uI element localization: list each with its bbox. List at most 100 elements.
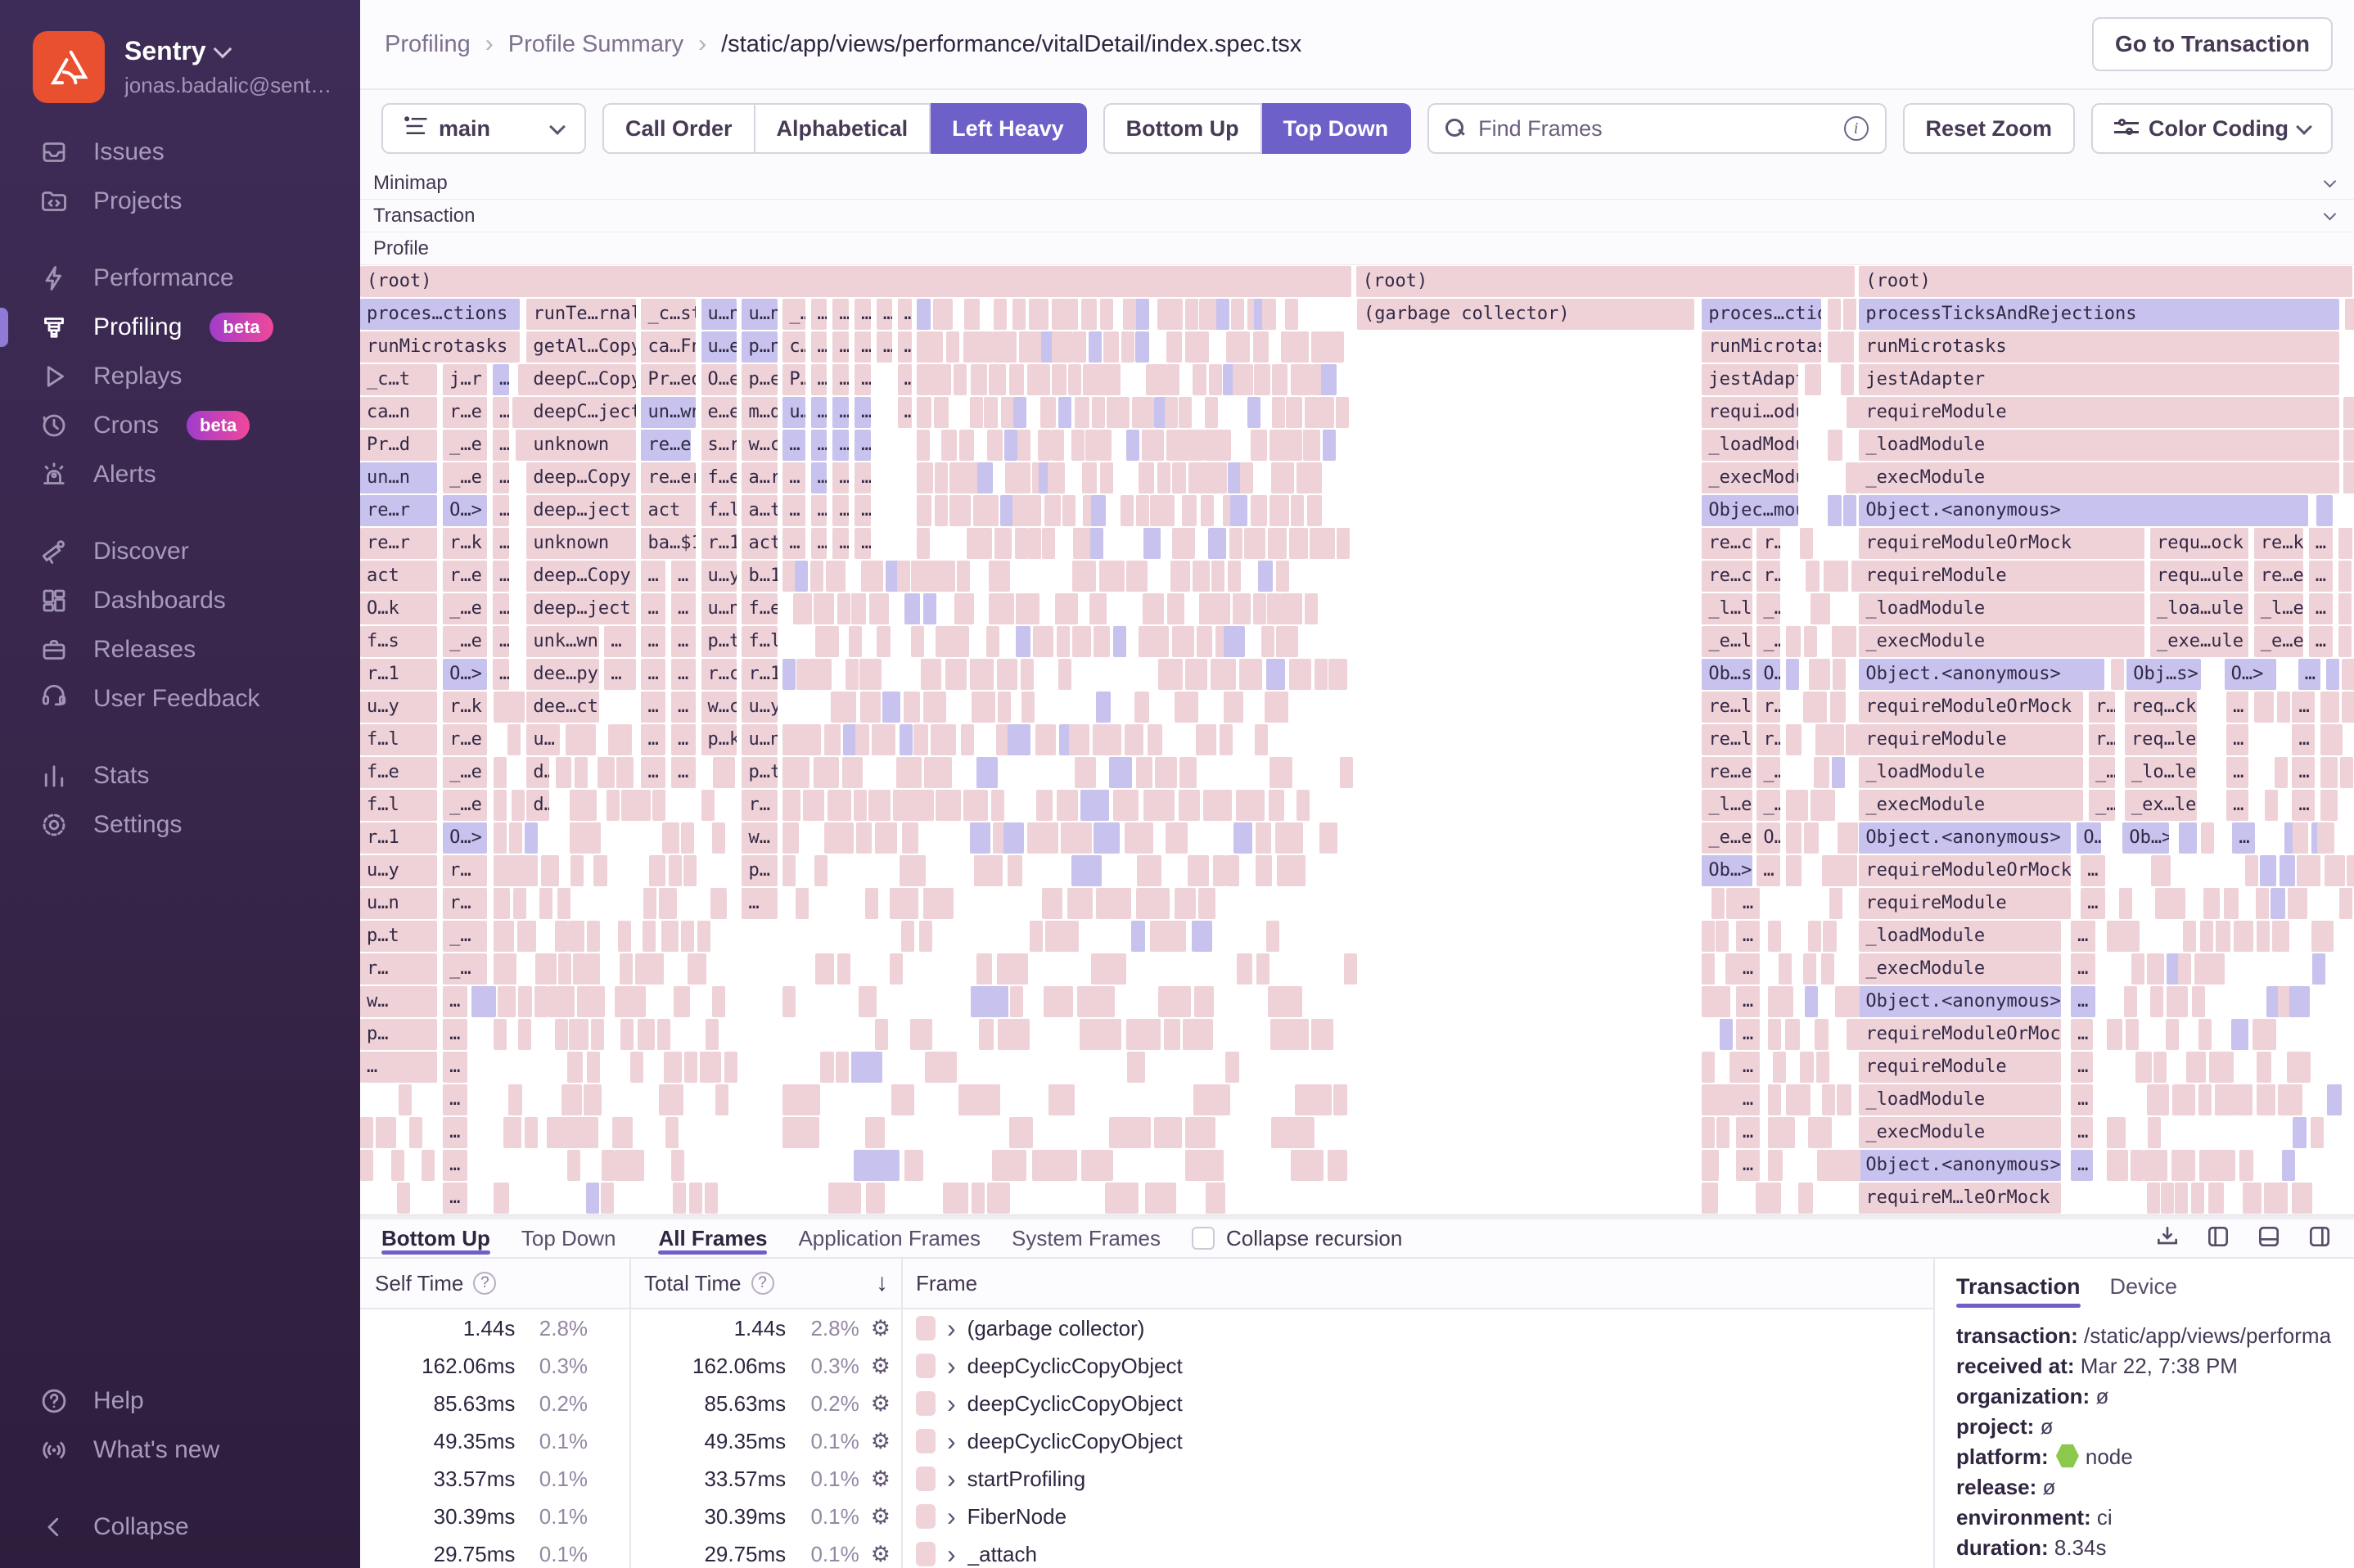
flame-frame[interactable]: proces…ctions [360, 299, 521, 330]
flame-strip[interactable] [856, 822, 872, 854]
flame-frame[interactable]: _execModule [1859, 462, 2340, 493]
flame-strip[interactable] [1010, 986, 1024, 1017]
flame-strip[interactable] [1304, 593, 1318, 624]
flame-frame[interactable]: … [604, 659, 636, 690]
flame-strip[interactable] [865, 888, 879, 919]
flame-strip[interactable] [1827, 331, 1841, 363]
flame-strip[interactable] [1213, 462, 1227, 493]
flame-strip[interactable] [1846, 1019, 1860, 1050]
flame-strip[interactable] [1164, 397, 1178, 428]
flame-strip[interactable] [1319, 822, 1338, 854]
flame-strip[interactable] [1268, 986, 1302, 1017]
flame-frame[interactable]: u…n [701, 593, 737, 624]
flame-strip[interactable] [518, 1019, 531, 1050]
flame-strip[interactable] [989, 561, 1010, 592]
flame-frame[interactable]: … [2292, 790, 2315, 821]
flame-strip[interactable] [1247, 397, 1261, 428]
flame-frame[interactable]: requireModule [1859, 1052, 2061, 1083]
flame-strip[interactable] [1144, 1183, 1176, 1214]
flame-strip[interactable] [2205, 953, 2225, 985]
flame-strip[interactable] [408, 1117, 422, 1148]
flame-frame[interactable]: p… [742, 855, 778, 886]
flame-frame[interactable]: … [443, 1150, 467, 1181]
flame-frame[interactable]: … [641, 626, 666, 657]
flame-strip[interactable] [935, 462, 949, 493]
flame-strip[interactable] [890, 888, 919, 919]
flame-strip[interactable] [1193, 561, 1210, 592]
flame-strip[interactable] [1208, 593, 1230, 624]
flame-strip[interactable] [922, 888, 954, 919]
flame-strip[interactable] [2146, 1183, 2160, 1214]
flame-frame[interactable]: c… [782, 331, 805, 363]
flame-strip[interactable] [2146, 1084, 2170, 1115]
flame-strip[interactable] [892, 790, 906, 821]
flame-strip[interactable] [1253, 331, 1269, 363]
sidebar-item-performance[interactable]: Performance [0, 254, 360, 303]
flame-frame[interactable]: … [671, 692, 696, 723]
flame-frame[interactable]: … [443, 1084, 467, 1115]
flame-strip[interactable] [494, 822, 507, 854]
flame-frame[interactable]: … [810, 528, 828, 559]
flame-frame[interactable]: … [2071, 1117, 2094, 1148]
flame-frame[interactable]: … [2071, 1052, 2094, 1083]
flame-strip[interactable] [1178, 790, 1201, 821]
flame-frame[interactable]: … [1735, 1117, 1761, 1148]
flame-strip[interactable] [1026, 822, 1058, 854]
flame-strip[interactable] [1167, 593, 1185, 624]
sidebar-item-projects[interactable]: Projects [0, 177, 360, 226]
flame-strip[interactable] [2264, 790, 2278, 821]
flame-frame[interactable]: runMicrotasks [360, 331, 521, 363]
flame-frame[interactable]: _… [443, 953, 488, 985]
flame-strip[interactable] [1725, 953, 1738, 985]
total-time-header[interactable]: Total Time? ↓ [629, 1269, 901, 1297]
flame-strip[interactable] [2343, 397, 2354, 428]
flame-frame[interactable]: O…> [2224, 659, 2277, 690]
flame-strip[interactable] [1804, 626, 1818, 657]
flame-strip[interactable] [1114, 397, 1130, 428]
flame-strip[interactable] [1099, 561, 1113, 592]
flame-strip[interactable] [2203, 888, 2221, 919]
flame-strip[interactable] [583, 1084, 602, 1115]
flame-strip[interactable] [1148, 724, 1162, 755]
frame-cell[interactable]: › deepCyclicCopyObject [901, 1353, 1933, 1379]
flame-strip[interactable] [993, 299, 1007, 330]
flame-strip[interactable] [1211, 561, 1225, 592]
flame-frame[interactable]: Ob…> [1702, 855, 1752, 886]
flame-strip[interactable] [989, 364, 1007, 395]
flame-strip[interactable] [574, 757, 588, 788]
flame-strip[interactable] [1171, 462, 1186, 493]
expand-chevron-icon[interactable]: › [947, 1353, 956, 1379]
flame-strip[interactable] [645, 953, 665, 985]
flame-strip[interactable] [1089, 593, 1107, 624]
flame-strip[interactable] [954, 364, 967, 395]
flame-frame[interactable]: d… [526, 790, 549, 821]
flame-strip[interactable] [2183, 921, 2197, 952]
flame-strip[interactable] [795, 888, 809, 919]
download-icon[interactable] [2154, 1223, 2180, 1254]
flame-strip[interactable] [916, 299, 931, 330]
flame-strip[interactable] [1846, 724, 1860, 755]
flame-strip[interactable] [1044, 495, 1061, 526]
flame-frame[interactable]: _c…t [360, 364, 438, 395]
flame-frame[interactable]: … [855, 462, 872, 493]
flame-strip[interactable] [494, 790, 507, 821]
flame-strip[interactable] [2338, 888, 2352, 919]
flame-strip[interactable] [923, 757, 952, 788]
flame-frame[interactable]: f…s [360, 626, 438, 657]
flame-strip[interactable] [2160, 1183, 2174, 1214]
flame-strip[interactable] [1036, 364, 1051, 395]
flame-strip[interactable] [2117, 921, 2140, 952]
flame-frame[interactable]: r…e [443, 397, 488, 428]
flame-strip[interactable] [517, 986, 533, 1017]
flame-frame[interactable]: … [2308, 561, 2334, 592]
flame-strip[interactable] [661, 921, 679, 952]
flame-strip[interactable] [670, 1084, 683, 1115]
flame-strip[interactable] [648, 855, 666, 886]
flame-frame[interactable]: … [782, 528, 805, 559]
reset-zoom-button[interactable]: Reset Zoom [1902, 103, 2076, 154]
flame-strip[interactable] [970, 364, 987, 395]
flame-frame[interactable]: … [782, 495, 805, 526]
flame-strip[interactable] [2338, 593, 2352, 624]
flame-strip[interactable] [1212, 855, 1226, 886]
flame-strip[interactable] [900, 921, 914, 952]
